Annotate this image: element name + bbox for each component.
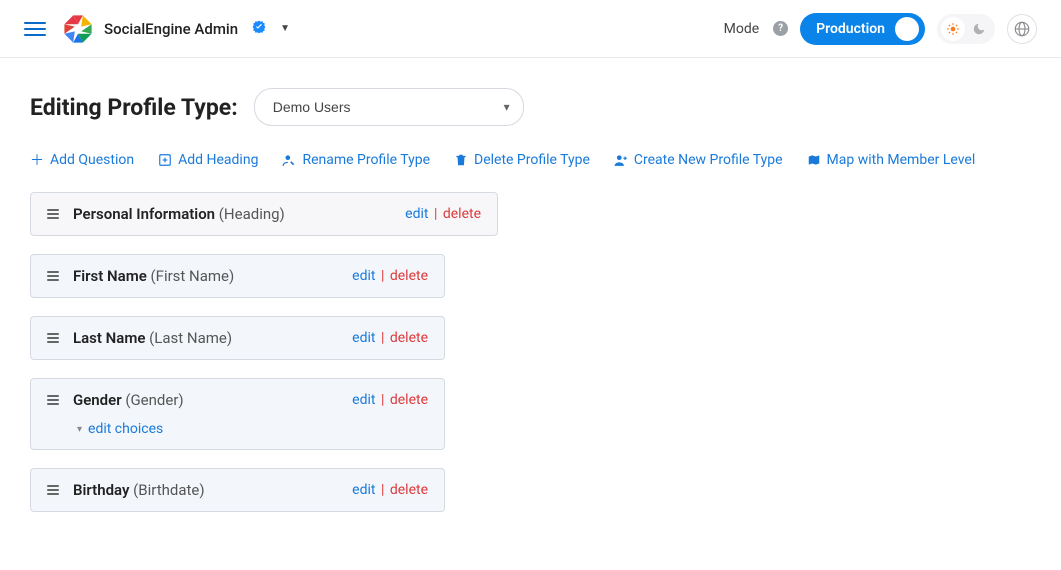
map-member-level-link[interactable]: Map with Member Level <box>807 150 976 170</box>
topbar: SocialEngine Admin ▼ Mode ? Production <box>0 0 1061 58</box>
brand-dropdown[interactable]: SocialEngine Admin ▼ <box>62 13 290 45</box>
delete-link[interactable]: delete <box>390 392 428 408</box>
hamburger-menu-button[interactable] <box>24 22 46 36</box>
mode-toggle-label: Production <box>816 21 885 37</box>
help-icon[interactable]: ? <box>773 21 788 36</box>
field-label: Personal Information (Heading) <box>73 205 391 223</box>
field-label: Gender (Gender) <box>73 391 338 409</box>
drag-handle-icon[interactable] <box>47 485 59 495</box>
content-area: Editing Profile Type: Demo Users ＋ Add Q… <box>0 58 1061 570</box>
field-item[interactable]: First Name (First Name) edit | delete <box>30 254 445 298</box>
drag-handle-icon[interactable] <box>47 395 59 405</box>
mode-label: Mode <box>724 21 760 37</box>
rename-profile-type-link[interactable]: Rename Profile Type <box>282 150 430 170</box>
brand-title: SocialEngine Admin <box>104 20 238 38</box>
profile-type-select[interactable]: Demo Users <box>254 88 524 126</box>
edit-choices-link[interactable]: edit choices <box>88 421 163 437</box>
user-edit-icon <box>282 153 296 167</box>
language-button[interactable] <box>1007 14 1037 44</box>
delete-link[interactable]: delete <box>443 206 481 222</box>
actions-row: ＋ Add Question Add Heading Rename Profil… <box>30 150 1031 170</box>
page-title: Editing Profile Type: <box>30 94 238 121</box>
field-actions: edit | delete <box>405 206 481 222</box>
mode-toggle-knob <box>895 17 919 41</box>
delete-link[interactable]: delete <box>390 330 428 346</box>
page-header: Editing Profile Type: Demo Users <box>30 88 1031 126</box>
plus-icon: ＋ <box>30 150 44 170</box>
delete-link[interactable]: delete <box>390 268 428 284</box>
drag-handle-icon[interactable] <box>47 333 59 343</box>
field-item[interactable]: Gender (Gender) edit | delete ▾ edit choice… <box>30 378 445 450</box>
field-actions: edit | delete <box>352 482 428 498</box>
edit-link[interactable]: edit <box>352 392 375 408</box>
field-actions: edit | delete <box>352 330 428 346</box>
add-question-link[interactable]: ＋ Add Question <box>30 150 134 170</box>
create-profile-type-link[interactable]: Create New Profile Type <box>614 150 783 170</box>
field-label: Last Name (Last Name) <box>73 329 338 347</box>
theme-toggle[interactable] <box>937 14 995 44</box>
caret-down-icon: ▾ <box>77 424 82 435</box>
user-plus-icon <box>614 153 628 167</box>
edit-link[interactable]: edit <box>405 206 428 222</box>
field-item[interactable]: Birthday (Birthdate) edit | delete <box>30 468 445 512</box>
field-label: First Name (First Name) <box>73 267 338 285</box>
add-heading-link[interactable]: Add Heading <box>158 150 258 170</box>
field-actions: edit | delete <box>352 268 428 284</box>
sun-icon <box>941 17 965 41</box>
moon-icon <box>967 17 991 41</box>
field-extra: ▾ edit choices <box>77 421 428 437</box>
topbar-left: SocialEngine Admin ▼ <box>24 13 290 45</box>
fields-list: Personal Information (Heading) edit | del… <box>30 192 1031 512</box>
map-icon <box>807 153 821 167</box>
plus-square-icon <box>158 153 172 167</box>
field-item[interactable]: Personal Information (Heading) edit | del… <box>30 192 498 236</box>
drag-handle-icon[interactable] <box>47 271 59 281</box>
delete-profile-type-link[interactable]: Delete Profile Type <box>454 150 590 170</box>
field-item[interactable]: Last Name (Last Name) edit | delete <box>30 316 445 360</box>
drag-handle-icon[interactable] <box>47 209 59 219</box>
mode-toggle[interactable]: Production <box>800 13 925 45</box>
chevron-down-icon: ▼ <box>280 23 290 34</box>
delete-link[interactable]: delete <box>390 482 428 498</box>
field-actions: edit | delete <box>352 392 428 408</box>
edit-link[interactable]: edit <box>352 330 375 346</box>
edit-link[interactable]: edit <box>352 482 375 498</box>
topbar-right: Mode ? Production <box>724 13 1037 45</box>
field-label: Birthday (Birthdate) <box>73 481 338 499</box>
edit-link[interactable]: edit <box>352 268 375 284</box>
brand-logo <box>62 13 94 45</box>
verified-icon <box>252 20 266 38</box>
trash-icon <box>454 153 468 167</box>
